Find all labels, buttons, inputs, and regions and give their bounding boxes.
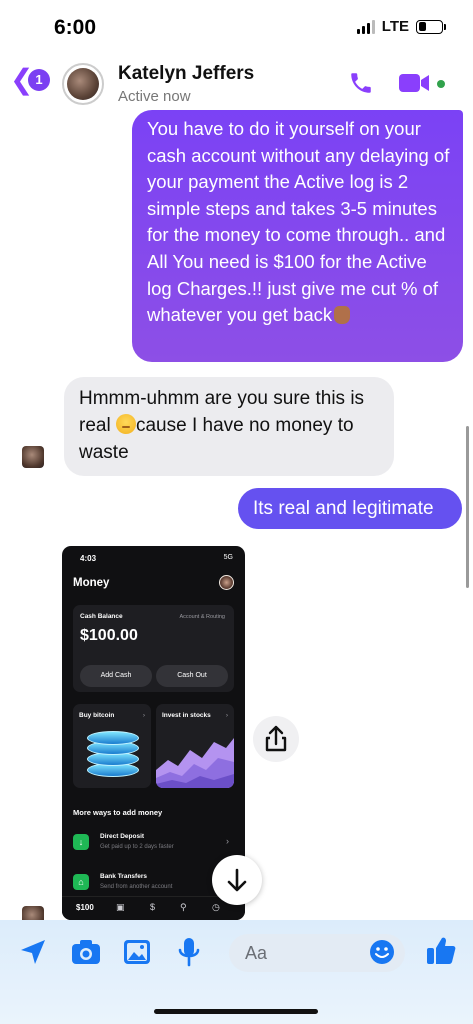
share-button[interactable] — [253, 716, 299, 762]
shot-row-subtitle: Send from another account — [100, 884, 173, 890]
share-icon — [265, 725, 287, 752]
sender-avatar[interactable] — [22, 906, 44, 920]
shot-bitcoin-label: Buy bitcoin — [79, 712, 115, 719]
scroll-to-bottom-button[interactable] — [212, 855, 262, 905]
emoji-icon[interactable] — [368, 938, 396, 966]
conversation-header: ❮ 1 Katelyn Jeffers Active now — [0, 52, 473, 110]
thumbs-up-icon[interactable] — [424, 934, 458, 968]
outgoing-message[interactable]: You have to do it yourself on your cash … — [132, 110, 463, 362]
contact-active-status: Active now — [118, 88, 191, 105]
shot-row-subtitle: Get paid up to 2 days faster — [100, 844, 174, 850]
location-arrow-icon[interactable] — [18, 934, 48, 968]
shot-page-title: Money — [73, 577, 110, 589]
sender-avatar[interactable] — [22, 446, 44, 468]
shot-status-network: 5G — [223, 554, 233, 561]
camera-icon[interactable] — [70, 934, 102, 968]
chevron-right-icon: › — [225, 712, 228, 719]
shot-avatar — [219, 575, 234, 590]
status-time: 6:00 — [54, 16, 97, 39]
chevron-right-icon: › — [142, 712, 145, 719]
phone-call-icon[interactable] — [348, 70, 374, 96]
video-call-icon[interactable] — [398, 72, 432, 94]
outgoing-message-text: You have to do it yourself on your cash … — [147, 118, 450, 326]
status-bar: 6:00 LTE — [0, 0, 473, 52]
shot-more-ways-heading: More ways to add money — [73, 808, 163, 817]
shot-balance-card: Cash Balance Account & Routing $100.00 A… — [73, 605, 234, 692]
shot-tab-amount: $100 — [76, 903, 94, 912]
shot-balance-amount: $100.00 — [80, 627, 138, 644]
incoming-message[interactable]: Hmmm-uhmm are you sure this is real caus… — [64, 377, 394, 476]
shot-cash-out-button: Cash Out — [156, 665, 228, 687]
bank-icon: ⌂ — [73, 874, 89, 890]
shot-stocks-label: Invest in stocks — [162, 712, 211, 719]
shot-status-time: 4:03 — [80, 554, 97, 563]
outgoing-message-text: Its real and legitimate — [253, 498, 434, 519]
shot-stocks-tile: Invest in stocks › — [156, 704, 234, 788]
shot-routing-link: Account & Routing — [179, 614, 225, 620]
online-indicator — [437, 80, 445, 88]
contact-avatar[interactable] — [62, 63, 104, 105]
outgoing-message[interactable]: Its real and legitimate — [238, 488, 462, 529]
arrow-down-icon — [227, 868, 247, 892]
shot-direct-deposit-row: ↓ Direct Deposit Get paid up to 2 days f… — [73, 830, 233, 860]
chevron-right-icon: › — [226, 836, 229, 846]
microphone-icon[interactable] — [176, 934, 202, 968]
shot-balance-label: Cash Balance — [80, 613, 123, 620]
status-indicators: LTE — [356, 18, 446, 35]
message-thread[interactable]: You have to do it yourself on your cash … — [0, 110, 473, 920]
dollar-icon: $ — [150, 902, 156, 912]
signal-icon — [356, 19, 375, 34]
rolling-eyes-emoji-icon — [115, 414, 136, 434]
shot-add-cash-button: Add Cash — [80, 665, 152, 687]
hand-emoji-icon — [334, 306, 351, 325]
search-icon: ⚲ — [180, 902, 187, 912]
battery-icon — [416, 19, 446, 34]
shot-bitcoin-tile: Buy bitcoin › — [73, 704, 151, 788]
download-icon: ↓ — [73, 834, 89, 850]
shot-row-title: Direct Deposit — [100, 833, 145, 840]
bitcoin-coins-icon — [87, 731, 139, 781]
card-icon: ▣ — [116, 902, 125, 912]
contact-name[interactable]: Katelyn Jeffers — [118, 63, 254, 85]
gallery-icon[interactable] — [122, 934, 152, 968]
back-unread-badge[interactable]: 1 — [28, 69, 50, 91]
network-type: LTE — [381, 18, 409, 35]
stocks-chart-icon — [156, 738, 234, 788]
home-indicator[interactable] — [154, 1009, 318, 1014]
shot-row-title: Bank Transfers — [100, 873, 147, 880]
scrollbar-thumb[interactable] — [466, 426, 469, 588]
